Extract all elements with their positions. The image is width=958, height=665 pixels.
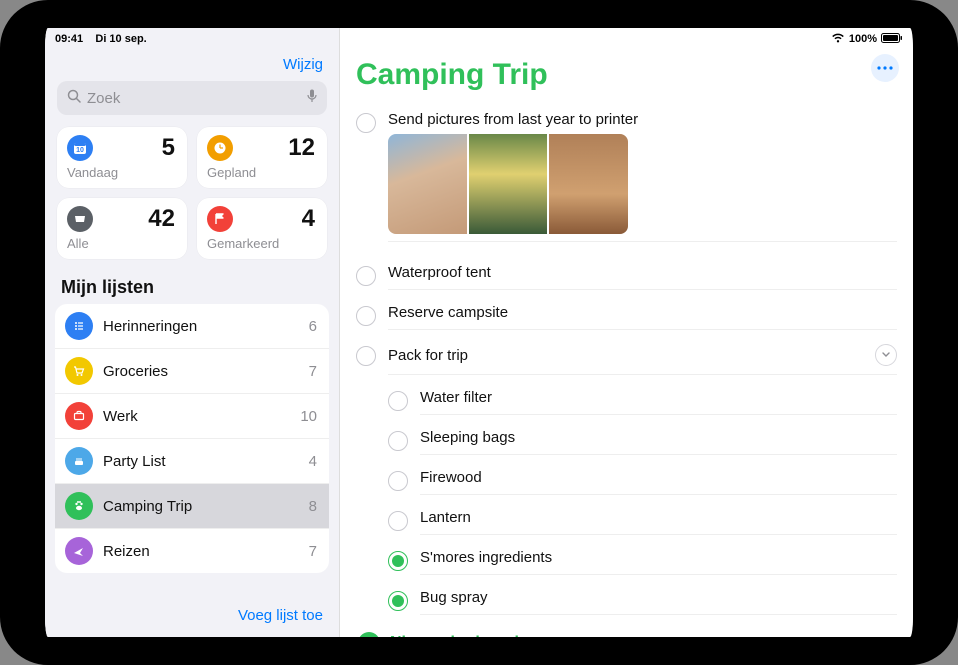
smart-label: Vandaag <box>67 165 175 180</box>
smart-count: 42 <box>93 207 175 231</box>
battery-icon <box>881 33 903 46</box>
reminder-item[interactable]: Waterproof tent <box>356 257 897 297</box>
reminder-label: Lantern <box>420 509 471 526</box>
list-title: Camping Trip <box>356 58 548 92</box>
plane-icon <box>65 537 93 565</box>
smart-count: 12 <box>233 136 315 160</box>
section-header-my-lists: Mijn lijsten <box>61 277 325 298</box>
reminder-checkbox[interactable] <box>388 391 408 411</box>
search-input[interactable] <box>87 90 307 107</box>
reminder-label: S'mores ingredients <box>420 549 552 566</box>
reminder-checkbox[interactable] <box>388 431 408 451</box>
search-field[interactable] <box>57 81 327 115</box>
smart-list-flagged[interactable]: 4 Gemarkeerd <box>197 198 327 259</box>
reminder-subitem[interactable]: Lantern <box>388 502 897 542</box>
reminder-label: Sleeping bags <box>420 429 515 446</box>
svg-text:10: 10 <box>76 147 84 154</box>
list-item-work[interactable]: Werk 10 <box>55 394 329 439</box>
list-item-camping[interactable]: Camping Trip 8 <box>55 484 329 529</box>
reminder-checkbox[interactable] <box>388 471 408 491</box>
list-item-reminders[interactable]: Herinneringen 6 <box>55 304 329 349</box>
more-options-button[interactable] <box>871 54 899 82</box>
list-label: Groceries <box>103 363 299 380</box>
smart-count: 5 <box>93 136 175 160</box>
list-label: Herinneringen <box>103 318 299 335</box>
smart-list-today[interactable]: 10 5 Vandaag <box>57 127 187 188</box>
add-list-button[interactable]: Voeg lijst toe <box>238 607 323 624</box>
reminder-label: Water filter <box>420 389 492 406</box>
list-count: 10 <box>300 408 317 425</box>
cake-icon <box>65 447 93 475</box>
reminder-subitem[interactable]: S'mores ingredients <box>388 542 897 582</box>
reminder-label: Waterproof tent <box>388 264 491 281</box>
sidebar: Wijzig 10 5 Vandaag <box>45 28 340 637</box>
attachment-image[interactable] <box>549 134 628 234</box>
list-label: Party List <box>103 453 299 470</box>
flag-icon <box>207 206 233 232</box>
reminder-subitem[interactable]: Water filter <box>388 382 897 422</box>
reminder-subitem[interactable]: Bug spray <box>388 582 897 622</box>
lists: Herinneringen 6 Groceries 7 Werk 10 <box>55 304 329 573</box>
reminder-item[interactable]: Send pictures from last year to printer <box>356 104 897 257</box>
reminder-label: Reserve campsite <box>388 304 508 321</box>
reminder-checkbox[interactable] <box>388 511 408 531</box>
reminder-label: Send pictures from last year to printer <box>388 111 638 128</box>
reminder-item[interactable]: Pack for trip <box>356 337 897 382</box>
reminder-subitem[interactable]: Firewood <box>388 462 897 502</box>
smart-label: Gemarkeerd <box>207 236 315 251</box>
home-button[interactable] <box>921 319 949 347</box>
battery-percent: 100% <box>849 33 877 45</box>
cart-icon <box>65 357 93 385</box>
paw-icon <box>65 492 93 520</box>
wifi-icon <box>831 33 845 46</box>
attachment-image[interactable] <box>388 134 467 234</box>
clock-icon <box>207 135 233 161</box>
reminder-checkbox[interactable] <box>356 266 376 286</box>
edit-button[interactable]: Wijzig <box>283 56 323 73</box>
reminder-checkbox[interactable] <box>356 113 376 133</box>
reminder-item[interactable]: Reserve campsite <box>356 297 897 337</box>
status-bar: 09:41 Di 10 sep. 100% <box>45 28 913 48</box>
reminder-label: Pack for trip <box>388 347 468 364</box>
reminder-subitem[interactable]: Sleeping bags <box>388 422 897 462</box>
main-pane: Camping Trip Send pictures from last yea… <box>340 28 913 637</box>
plus-icon: + <box>358 632 380 637</box>
list-count: 7 <box>309 363 317 380</box>
dictation-icon[interactable] <box>307 89 317 108</box>
smart-list-scheduled[interactable]: 12 Gepland <box>197 127 327 188</box>
list-count: 6 <box>309 318 317 335</box>
list-label: Werk <box>103 408 290 425</box>
smart-list-all[interactable]: 42 Alle <box>57 198 187 259</box>
list-count: 8 <box>309 498 317 515</box>
list-count: 7 <box>309 543 317 560</box>
list-item-party[interactable]: Party List 4 <box>55 439 329 484</box>
reminder-checkbox[interactable] <box>388 551 408 571</box>
reminder-checkbox[interactable] <box>356 306 376 326</box>
list-count: 4 <box>309 453 317 470</box>
reminder-checkbox[interactable] <box>388 591 408 611</box>
list-bullet-icon <box>65 312 93 340</box>
reminder-label: Bug spray <box>420 589 488 606</box>
calendar-icon: 10 <box>67 135 93 161</box>
attachment-image[interactable] <box>469 134 548 234</box>
attachment-thumbnails[interactable] <box>388 134 628 234</box>
new-reminder-button[interactable]: + Nieuwe herinnering <box>356 622 897 637</box>
list-label: Reizen <box>103 543 299 560</box>
smart-count: 4 <box>233 207 315 231</box>
reminder-label: Firewood <box>420 469 482 486</box>
search-icon <box>67 89 81 108</box>
smart-label: Gepland <box>207 165 315 180</box>
list-item-groceries[interactable]: Groceries 7 <box>55 349 329 394</box>
list-item-travel[interactable]: Reizen 7 <box>55 529 329 573</box>
briefcase-icon <box>65 402 93 430</box>
inbox-icon <box>67 206 93 232</box>
status-time: 09:41 <box>55 33 83 45</box>
new-reminder-label: Nieuwe herinnering <box>390 634 538 637</box>
expand-subtasks-button[interactable] <box>875 344 897 366</box>
smart-label: Alle <box>67 236 175 251</box>
list-label: Camping Trip <box>103 498 299 515</box>
reminder-checkbox[interactable] <box>356 346 376 366</box>
status-date: Di 10 sep. <box>95 33 146 45</box>
